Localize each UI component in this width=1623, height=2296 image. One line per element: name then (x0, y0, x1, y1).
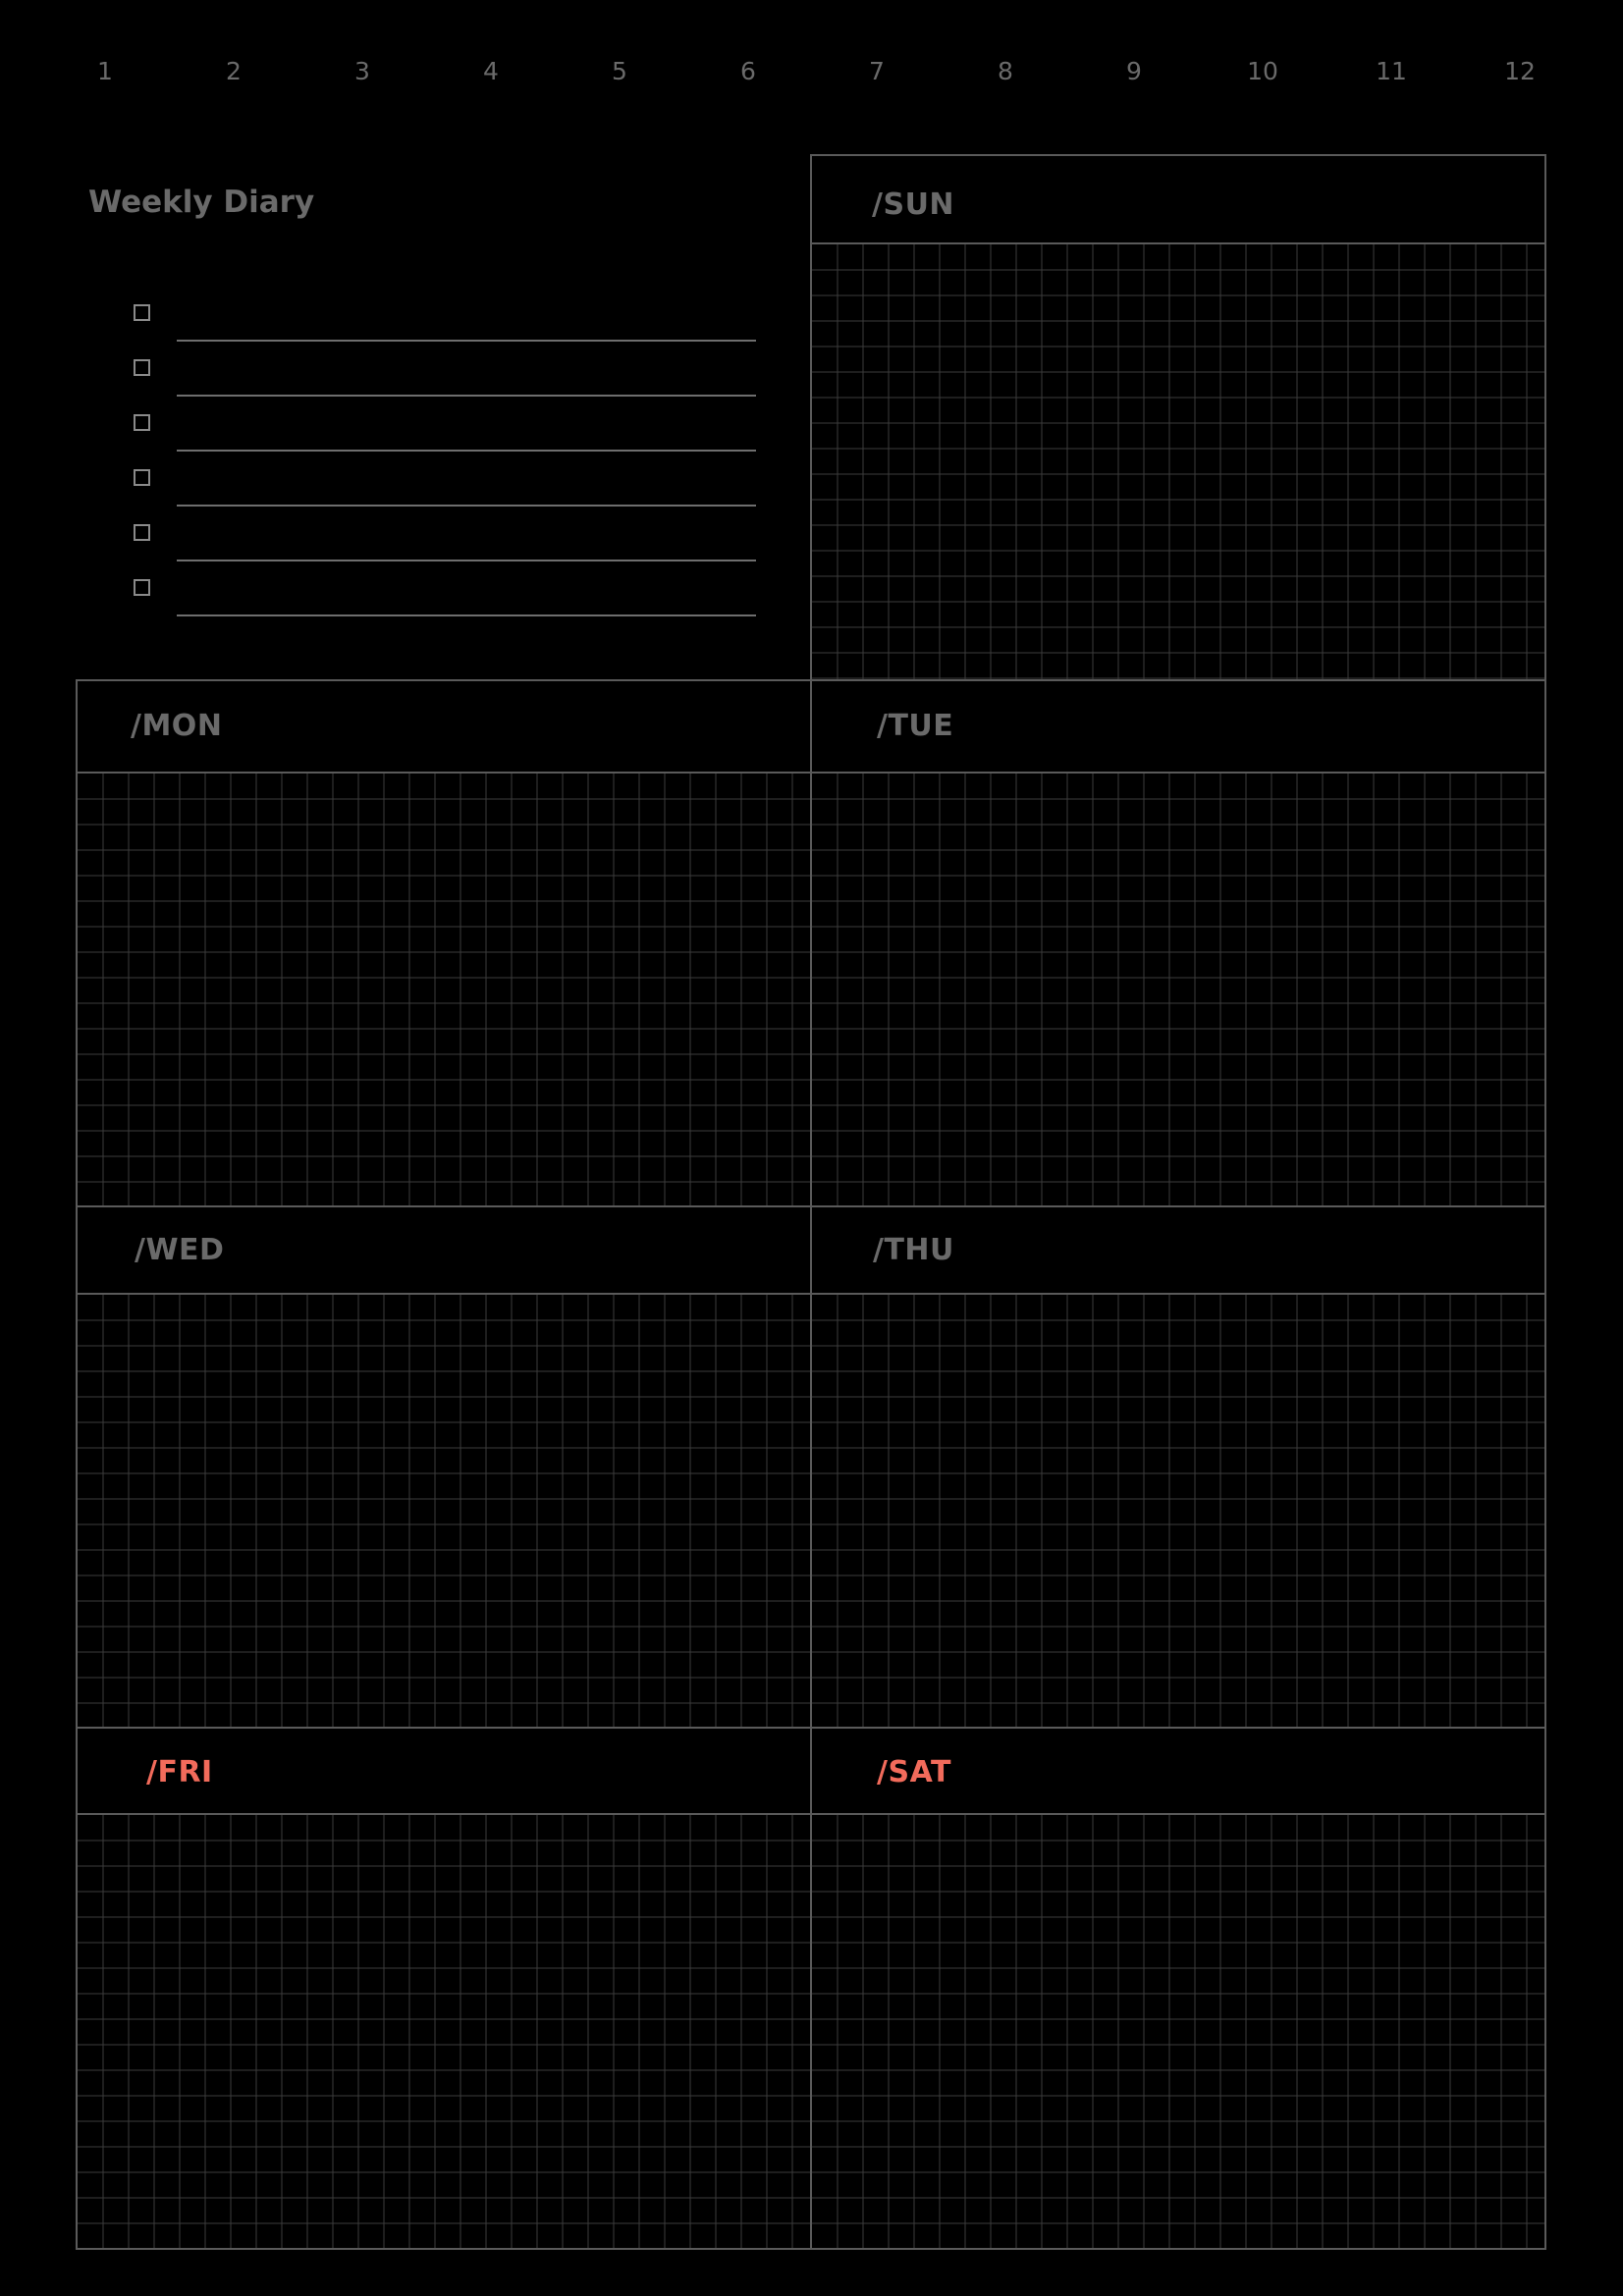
grid-lines (78, 774, 810, 1205)
notes-grid-sun[interactable] (812, 244, 1544, 679)
day-cell-mon: /MON (76, 679, 812, 1207)
day-cell-tue: /TUE (810, 679, 1546, 1207)
notes-grid-mon[interactable] (78, 774, 810, 1205)
todo-line[interactable] (177, 450, 756, 452)
day-header-thu: /THU (812, 1207, 1544, 1295)
month-number-12[interactable]: 12 (1490, 57, 1549, 86)
day-cell-wed: /WED (76, 1205, 812, 1729)
checkbox[interactable] (134, 469, 150, 486)
month-number-ruler: 1 2 3 4 5 6 7 8 9 10 11 12 (0, 0, 1623, 147)
todo-item[interactable] (134, 579, 756, 634)
grid-lines (812, 774, 1544, 1205)
month-number-2[interactable]: 2 (204, 57, 263, 86)
grid-lines (812, 244, 1544, 679)
notes-grid-tue[interactable] (812, 774, 1544, 1205)
todo-line[interactable] (177, 614, 756, 616)
grid-lines (78, 1295, 810, 1727)
day-header-sun: /SUN (812, 156, 1544, 244)
day-header-tue: /TUE (812, 681, 1544, 774)
checkbox[interactable] (134, 414, 150, 431)
month-number-7[interactable]: 7 (847, 57, 906, 86)
day-label-fri: /FRI (146, 1755, 213, 1789)
day-header-fri: /FRI (78, 1729, 810, 1815)
day-cell-sat: /SAT (810, 1727, 1546, 2250)
day-label-tue: /TUE (877, 709, 954, 743)
day-header-mon: /MON (78, 681, 810, 774)
month-number-3[interactable]: 3 (333, 57, 392, 86)
todo-item[interactable] (134, 469, 756, 524)
day-header-sat: /SAT (812, 1729, 1544, 1815)
todo-line[interactable] (177, 505, 756, 507)
todo-item[interactable] (134, 524, 756, 579)
grid-lines (812, 1295, 1544, 1727)
month-number-6[interactable]: 6 (719, 57, 778, 86)
todo-line[interactable] (177, 340, 756, 342)
day-header-wed: /WED (78, 1207, 810, 1295)
grid-lines (812, 1815, 1544, 2248)
day-label-thu: /THU (873, 1233, 954, 1267)
day-cell-thu: /THU (810, 1205, 1546, 1729)
checkbox[interactable] (134, 359, 150, 376)
day-label-wed: /WED (135, 1233, 225, 1267)
page-title: Weekly Diary (88, 185, 315, 220)
month-number-11[interactable]: 11 (1362, 57, 1421, 86)
day-label-sun: /SUN (872, 187, 955, 222)
day-label-sat: /SAT (877, 1755, 951, 1789)
todo-line[interactable] (177, 395, 756, 397)
notes-grid-thu[interactable] (812, 1295, 1544, 1727)
day-cell-sun: /SUN (810, 154, 1546, 681)
todo-line[interactable] (177, 560, 756, 561)
todo-item[interactable] (134, 359, 756, 414)
notes-grid-wed[interactable] (78, 1295, 810, 1727)
todo-item[interactable] (134, 304, 756, 359)
day-cell-fri: /FRI (76, 1727, 812, 2250)
month-number-9[interactable]: 9 (1105, 57, 1163, 86)
notes-grid-sat[interactable] (812, 1815, 1544, 2248)
month-number-1[interactable]: 1 (76, 57, 135, 86)
todo-item[interactable] (134, 414, 756, 469)
month-number-5[interactable]: 5 (590, 57, 649, 86)
grid-lines (78, 1815, 810, 2248)
month-number-4[interactable]: 4 (461, 57, 520, 86)
checkbox[interactable] (134, 579, 150, 596)
checkbox[interactable] (134, 524, 150, 541)
month-number-10[interactable]: 10 (1233, 57, 1292, 86)
notes-grid-fri[interactable] (78, 1815, 810, 2248)
day-label-mon: /MON (131, 709, 223, 743)
checkbox[interactable] (134, 304, 150, 321)
month-number-8[interactable]: 8 (976, 57, 1035, 86)
